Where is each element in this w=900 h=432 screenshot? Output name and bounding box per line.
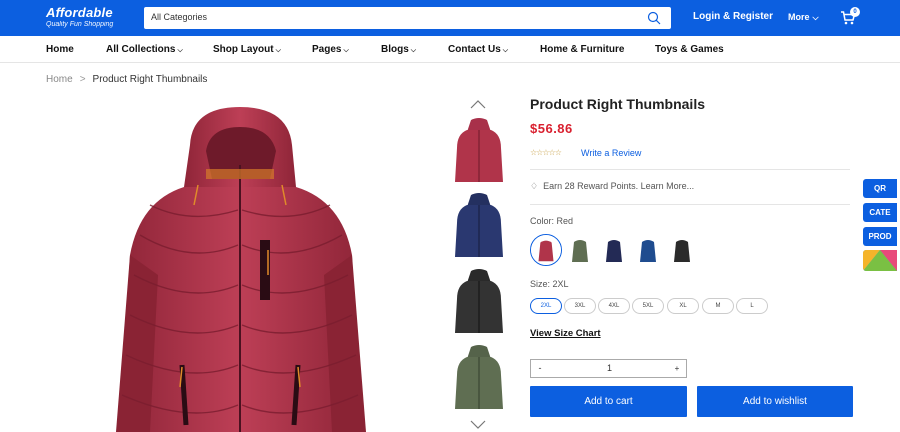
reward-text: Earn 28 Reward Points. bbox=[543, 181, 639, 191]
view-size-chart-link[interactable]: View Size Chart bbox=[530, 328, 601, 339]
chevron-up-icon[interactable] bbox=[470, 99, 486, 109]
cart-count-badge: 0 bbox=[850, 7, 860, 17]
learn-more-link[interactable]: Learn More... bbox=[641, 181, 695, 191]
thumbnail-black[interactable] bbox=[451, 267, 507, 335]
nav-pages[interactable]: Pages ⌵ bbox=[312, 44, 349, 55]
size-option-2xl[interactable]: 2XL bbox=[530, 298, 562, 314]
nav-home-furniture[interactable]: Home & Furniture bbox=[540, 44, 624, 55]
nav-toys-games[interactable]: Toys & Games bbox=[655, 44, 724, 55]
main-product-image[interactable] bbox=[110, 105, 370, 432]
thumbnail-green[interactable] bbox=[451, 343, 507, 411]
nav-label: Home & Furniture bbox=[540, 44, 625, 55]
chevron-down-icon: ⌵ bbox=[177, 47, 183, 54]
nav-label: All Collections bbox=[106, 44, 176, 55]
logo-title: Affordable bbox=[46, 5, 113, 20]
search-category-text: All Categories bbox=[151, 12, 208, 22]
add-to-cart-button[interactable]: Add to cart bbox=[530, 386, 687, 417]
more-label: More bbox=[788, 12, 810, 22]
breadcrumb-separator: > bbox=[79, 74, 86, 85]
size-label: Size: 2XL bbox=[530, 279, 569, 289]
nav-label: Toys & Games bbox=[655, 44, 724, 55]
chevron-down-icon: ⌵ bbox=[343, 47, 349, 54]
nav-label: Contact Us bbox=[448, 44, 501, 55]
nav-blogs[interactable]: Blogs ⌵ bbox=[381, 44, 416, 55]
color-swatch-red[interactable] bbox=[530, 234, 562, 266]
size-option-l[interactable]: L bbox=[736, 298, 768, 314]
nav-home[interactable]: Home bbox=[46, 44, 74, 55]
size-option-3xl[interactable]: 3XL bbox=[564, 298, 596, 314]
login-register-link[interactable]: Login & Register bbox=[693, 11, 773, 22]
color-swatch-black[interactable] bbox=[666, 234, 698, 266]
color-swatch-green[interactable] bbox=[564, 234, 596, 266]
size-option-m[interactable]: M bbox=[702, 298, 734, 314]
nav-label: Home bbox=[46, 44, 74, 55]
chevron-down-icon[interactable] bbox=[470, 420, 486, 430]
thumbnail-red[interactable] bbox=[451, 116, 507, 184]
color-swatch-navy[interactable] bbox=[598, 234, 630, 266]
thumbnail-navy[interactable] bbox=[451, 191, 507, 259]
color-swatch-blue[interactable] bbox=[632, 234, 664, 266]
nav-all-collections[interactable]: All Collections ⌵ bbox=[106, 44, 183, 55]
top-header: Affordable Quality Fun Shopping All Cate… bbox=[0, 0, 900, 36]
diamond-icon: ♢ bbox=[530, 181, 539, 191]
nav-label: Pages bbox=[312, 44, 342, 55]
write-review-link[interactable]: Write a Review bbox=[581, 148, 641, 158]
nav-shop-layout[interactable]: Shop Layout ⌵ bbox=[213, 44, 281, 55]
quantity-increase-button[interactable]: + bbox=[668, 360, 686, 377]
rating-stars: ☆☆☆☆☆ bbox=[530, 148, 562, 157]
quantity-decrease-button[interactable]: - bbox=[531, 360, 549, 377]
breadcrumb: Home > Product Right Thumbnails bbox=[46, 74, 207, 85]
reward-points: ♢ Earn 28 Reward Points. Learn More... bbox=[530, 181, 694, 192]
nav-contact-us[interactable]: Contact Us ⌵ bbox=[448, 44, 508, 55]
chevron-down-icon: ⌵ bbox=[275, 47, 281, 54]
logo-tagline: Quality Fun Shopping bbox=[46, 21, 114, 28]
divider bbox=[530, 169, 850, 170]
nav-label: Blogs bbox=[381, 44, 409, 55]
size-option-5xl[interactable]: 5XL bbox=[632, 298, 664, 314]
product-title: Product Right Thumbnails bbox=[530, 96, 705, 112]
nav-label: Shop Layout bbox=[213, 44, 274, 55]
chevron-down-icon: ⌵ bbox=[502, 47, 509, 54]
more-menu[interactable]: More ⌵ bbox=[788, 12, 819, 23]
side-tab-cate[interactable]: CATE bbox=[863, 203, 897, 222]
breadcrumb-current: Product Right Thumbnails bbox=[92, 74, 208, 85]
quantity-stepper: - 1 + bbox=[530, 359, 687, 378]
quantity-input[interactable]: 1 bbox=[549, 360, 670, 377]
main-nav: Home All Collections ⌵ Shop Layout ⌵ Pages… bbox=[0, 36, 900, 63]
chevron-down-icon: ⌵ bbox=[410, 47, 417, 54]
colorful-app-icon[interactable] bbox=[863, 250, 897, 271]
chevron-down-icon: ⌵ bbox=[812, 13, 819, 22]
size-option-4xl[interactable]: 4XL bbox=[598, 298, 630, 314]
color-label: Color: Red bbox=[530, 216, 574, 226]
breadcrumb-home[interactable]: Home bbox=[46, 74, 73, 85]
product-price: $56.86 bbox=[530, 121, 573, 136]
divider bbox=[530, 204, 850, 205]
add-to-wishlist-button[interactable]: Add to wishlist bbox=[697, 386, 853, 417]
side-tab-prod[interactable]: PROD bbox=[863, 227, 897, 246]
side-tab-qr[interactable]: QR bbox=[863, 179, 897, 198]
search-input[interactable]: All Categories bbox=[144, 7, 671, 29]
search-icon[interactable] bbox=[647, 11, 661, 25]
size-option-xl[interactable]: XL bbox=[667, 298, 699, 314]
logo[interactable]: Affordable Quality Fun Shopping bbox=[46, 6, 113, 28]
